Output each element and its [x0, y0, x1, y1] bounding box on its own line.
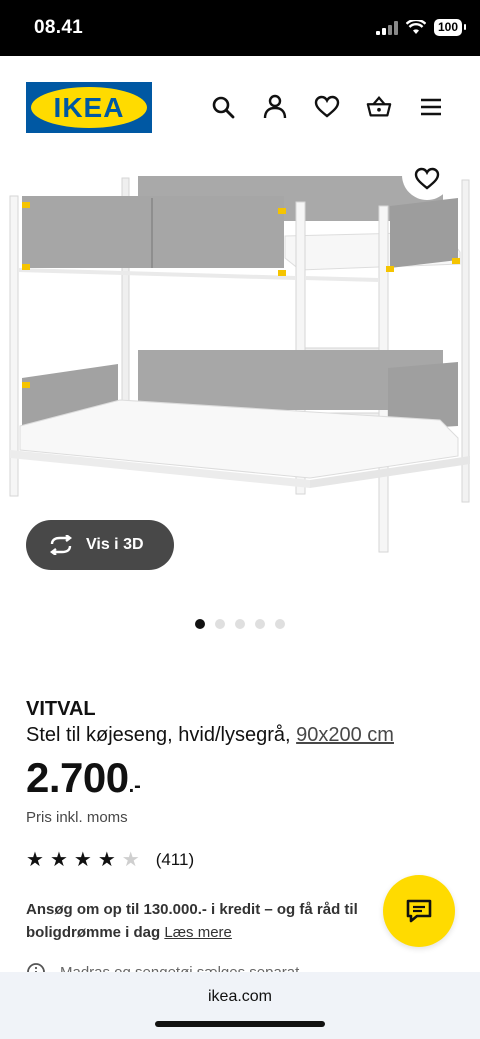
- product-name: VITVAL: [26, 698, 96, 720]
- gallery-dot[interactable]: [195, 619, 205, 629]
- product-description-text: Stel til køjeseng, hvid/lysegrå,: [26, 724, 291, 746]
- menu-icon[interactable]: [418, 94, 444, 120]
- battery-indicator: 100: [433, 19, 467, 36]
- basket-icon[interactable]: [366, 94, 392, 120]
- star-icon: ★: [26, 849, 44, 871]
- gallery-dot[interactable]: [235, 619, 245, 629]
- vat-note: Pris inkl. moms: [26, 809, 128, 826]
- heart-icon: [414, 167, 440, 190]
- search-icon[interactable]: [210, 94, 236, 120]
- chat-icon: [406, 899, 432, 923]
- profile-icon[interactable]: [262, 94, 288, 120]
- chat-button[interactable]: [383, 875, 455, 947]
- price-suffix: .-: [128, 775, 141, 797]
- view-3d-label: Vis i 3D: [86, 536, 144, 553]
- url-text: ikea.com: [207, 988, 273, 1005]
- product-description: Stel til køjeseng, hvid/lysegrå, 90x200 …: [26, 724, 394, 747]
- credit-promo: Ansøg om op til 130.000.- i kredit – og …: [26, 898, 396, 944]
- status-icons: 100: [375, 19, 467, 36]
- star-icon: ★: [97, 849, 116, 871]
- read-more-link[interactable]: Læs mere: [164, 924, 232, 941]
- heart-icon[interactable]: [314, 94, 340, 120]
- home-indicator[interactable]: [155, 1021, 325, 1027]
- gallery-dot[interactable]: [255, 619, 265, 629]
- review-count: (411): [155, 850, 195, 869]
- site-header: IKEA: [0, 56, 480, 156]
- signal-icon: [375, 20, 398, 35]
- product-price: 2.700.-: [26, 754, 141, 802]
- price-value: 2.700: [26, 754, 129, 801]
- status-bar: 08.41 100: [0, 0, 480, 56]
- star-icon: ★: [49, 849, 68, 871]
- logo-text: IKEA: [53, 91, 125, 123]
- ikea-logo[interactable]: IKEA: [26, 82, 152, 133]
- browser-address-bar[interactable]: ikea.com: [0, 972, 480, 1039]
- wifi-icon: [405, 20, 426, 34]
- gallery-pagination: [195, 619, 285, 629]
- gallery-dot[interactable]: [215, 619, 225, 629]
- product-rating[interactable]: ★ ★ ★ ★ ★ (411): [26, 850, 194, 870]
- half-star-icon: ★: [121, 849, 140, 871]
- rotate-3d-icon: [50, 535, 72, 555]
- star-icon: ★: [73, 849, 92, 871]
- product-size-link[interactable]: 90x200 cm: [296, 724, 394, 746]
- view-3d-button[interactable]: Vis i 3D: [26, 520, 174, 570]
- status-time: 08.41: [34, 17, 84, 38]
- gallery-dot[interactable]: [275, 619, 285, 629]
- bunk-bed-illustration: [9, 176, 470, 553]
